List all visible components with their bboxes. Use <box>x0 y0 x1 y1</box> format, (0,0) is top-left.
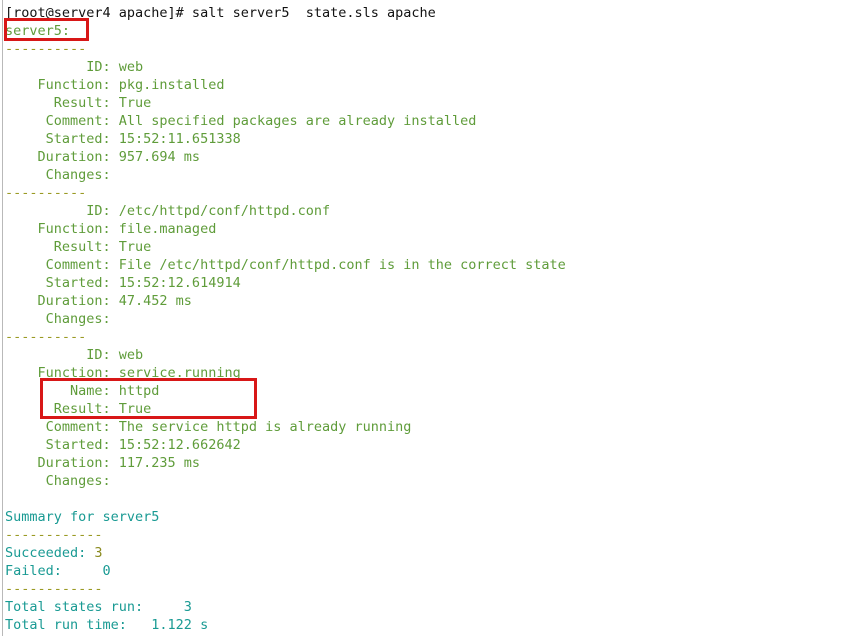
block-3-duration: Duration: 117.235 ms <box>5 455 201 471</box>
block-1-function: Function: pkg.installed <box>5 77 225 93</box>
minion-header: server5: <box>5 23 71 39</box>
block-1-id: ID: web <box>5 59 144 75</box>
block-2-comment: Comment: File /etc/httpd/conf/httpd.conf… <box>5 257 566 273</box>
block-1-changes: Changes: <box>5 167 111 183</box>
block-3-result: Result: True <box>5 401 152 417</box>
block-3-comment: Comment: The service httpd is already ru… <box>5 419 412 435</box>
terminal-window: [root@server4 apache]# salt server5 stat… <box>0 0 864 636</box>
summary-title: Summary for server5 <box>5 509 160 525</box>
terminal-output: [root@server4 apache]# salt server5 stat… <box>5 4 860 634</box>
block-1-started: Started: 15:52:11.651338 <box>5 131 241 147</box>
command-prompt-line: [root@server4 apache]# salt server5 stat… <box>5 5 436 21</box>
summary-failed: Failed: 0 <box>5 563 111 579</box>
block-2-changes: Changes: <box>5 311 111 327</box>
summary-total-time: Total run time: 1.122 s <box>5 617 209 633</box>
summary-separator-bottom: ------------ <box>5 581 103 597</box>
block-3-changes: Changes: <box>5 473 111 489</box>
summary-succeeded: Succeeded: 3 <box>5 544 860 562</box>
separator-3: ---------- <box>5 329 87 345</box>
block-1-comment: Comment: All specified packages are alre… <box>5 113 477 129</box>
separator-1: ---------- <box>5 41 87 57</box>
block-2-result: Result: True <box>5 239 152 255</box>
block-1-result: Result: True <box>5 95 152 111</box>
block-2-id: ID: /etc/httpd/conf/httpd.conf <box>5 203 331 219</box>
summary-succeeded-value: 3 <box>94 545 103 561</box>
terminal-left-edge-rule <box>2 0 3 636</box>
summary-succeeded-label: Succeeded: <box>5 545 95 561</box>
block-1-duration: Duration: 957.694 ms <box>5 149 201 165</box>
block-3-started: Started: 15:52:12.662642 <box>5 437 241 453</box>
summary-total-states: Total states run: 3 <box>5 599 192 615</box>
block-3-function: Function: service.running <box>5 365 241 381</box>
block-3-name: Name: httpd <box>5 383 160 399</box>
block-2-started: Started: 15:52:12.614914 <box>5 275 241 291</box>
separator-2: ---------- <box>5 185 87 201</box>
summary-separator-top: ------------ <box>5 527 103 543</box>
block-2-function: Function: file.managed <box>5 221 217 237</box>
block-3-id: ID: web <box>5 347 144 363</box>
block-2-duration: Duration: 47.452 ms <box>5 293 192 309</box>
